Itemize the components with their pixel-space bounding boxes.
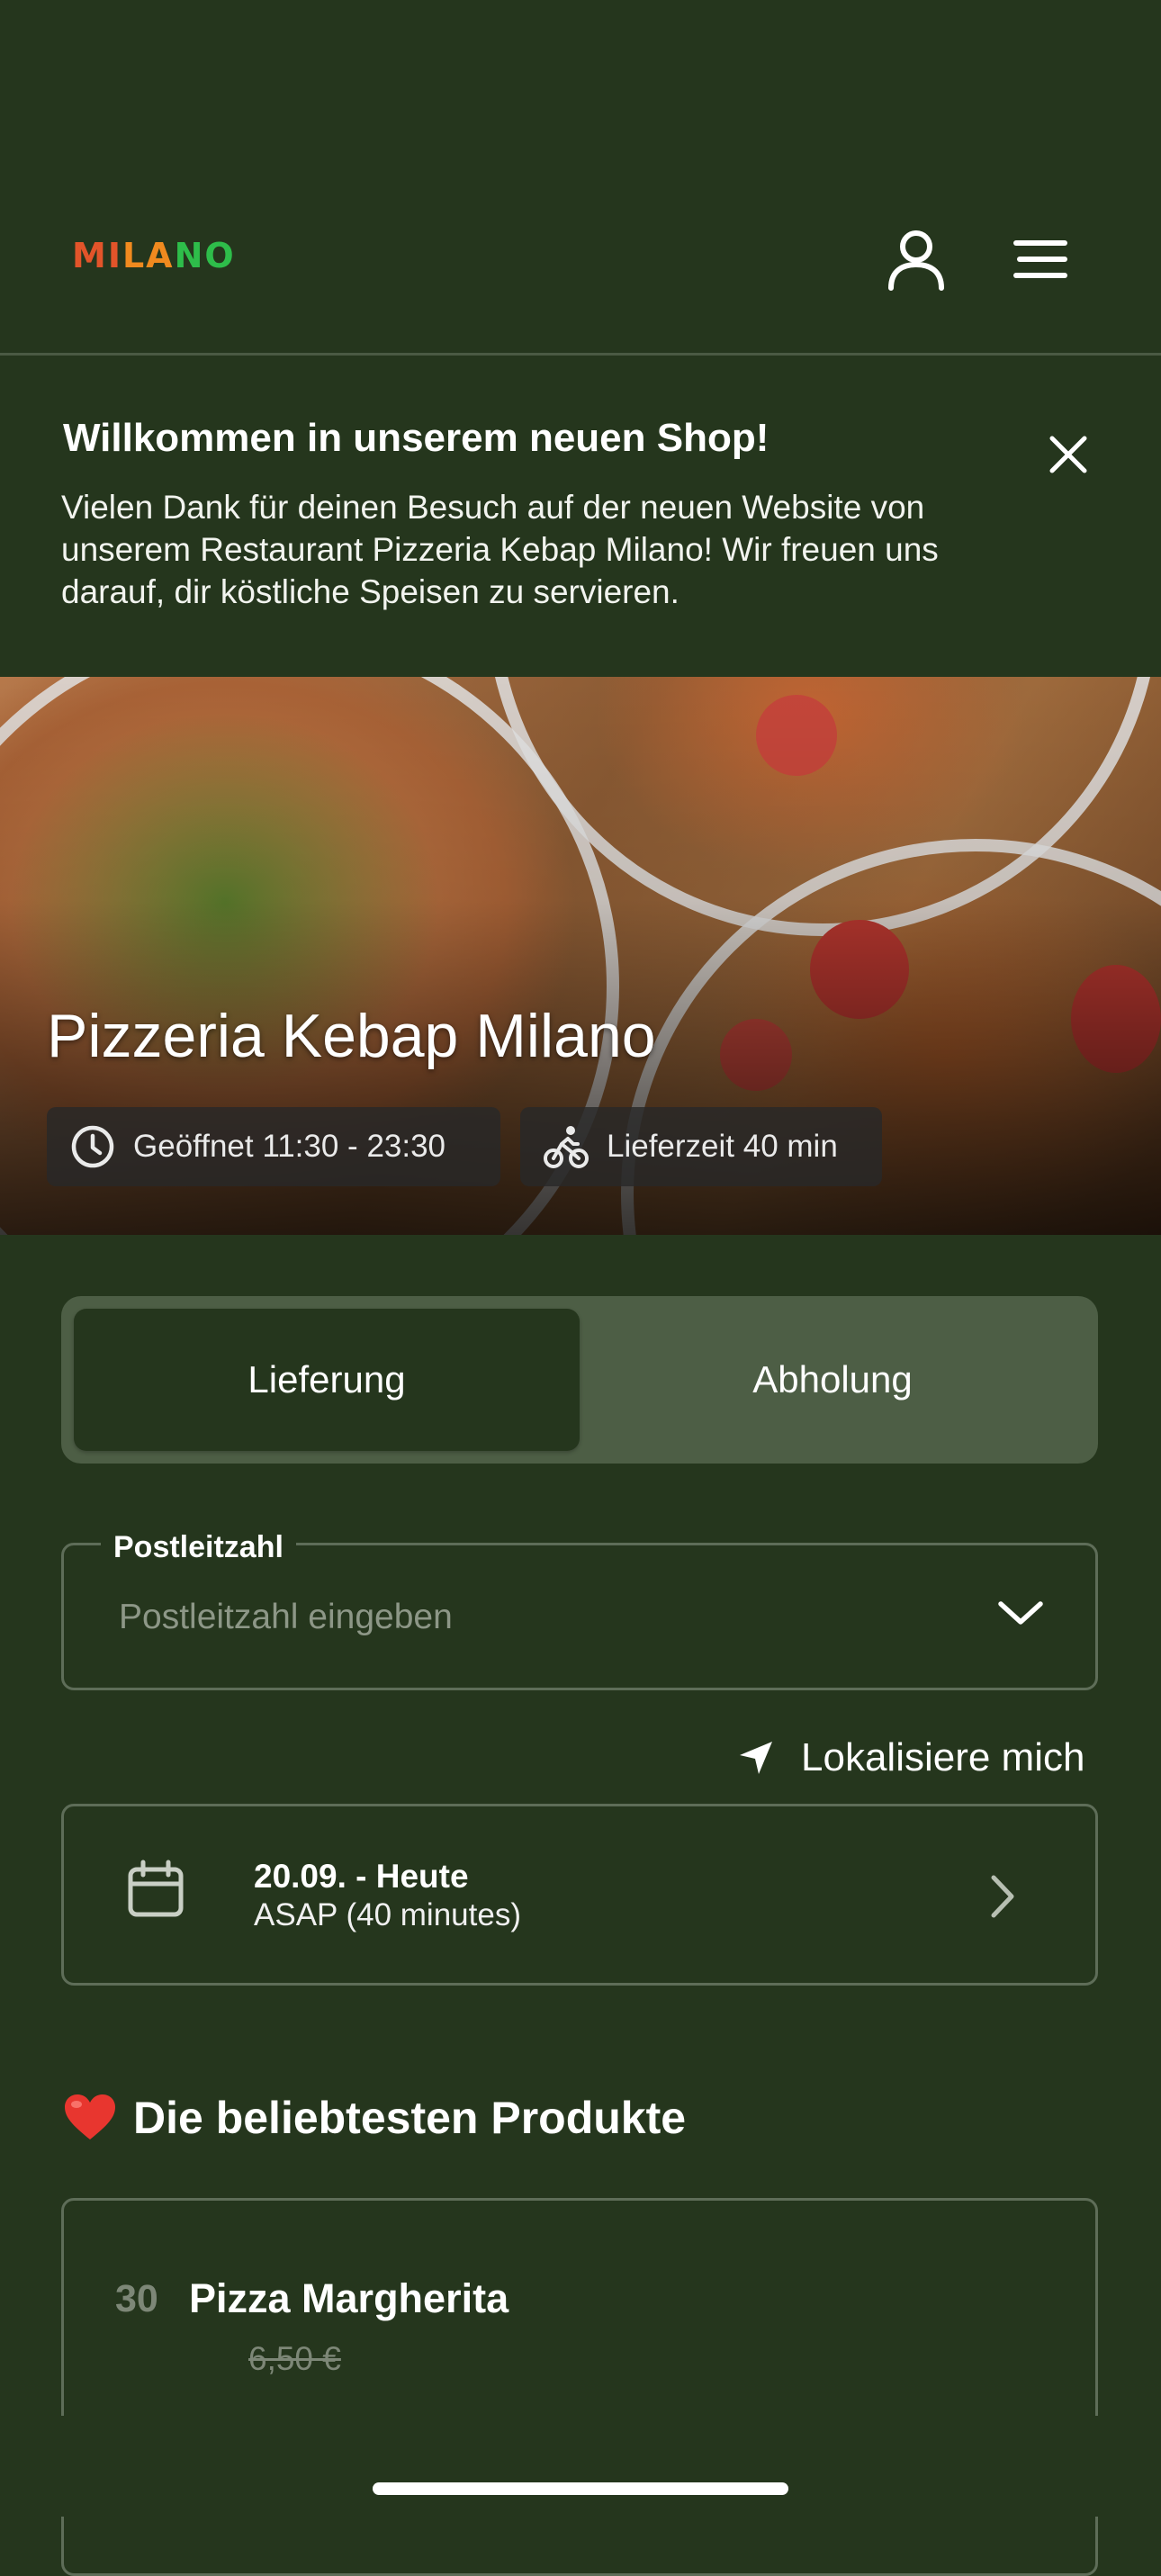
locate-me-label: Lokalisiere mich [801, 1735, 1085, 1779]
opening-hours-chip: Geöffnet 11:30 - 23:30 [47, 1107, 500, 1186]
product-name: Pizza Margherita [189, 2275, 509, 2321]
user-icon [888, 230, 944, 291]
popular-products-heading: Die beliebtesten Produkte [63, 2092, 686, 2144]
home-indicator[interactable] [373, 2482, 788, 2495]
delivery-time-estimate: ASAP (40 minutes) [254, 1897, 521, 1932]
order-mode-toggle: Lieferung Abholung [61, 1296, 1098, 1464]
clock-icon [71, 1125, 114, 1168]
welcome-title: Willkommen in unserem neuen Shop! [63, 416, 770, 460]
product-number: 30 [115, 2277, 158, 2320]
restaurant-name: Pizzeria Kebap Milano [47, 1002, 656, 1070]
logo-part-3: NO [174, 236, 236, 275]
delivery-time-text: Lieferzeit 40 min [607, 1129, 838, 1164]
menu-button[interactable] [1003, 230, 1078, 288]
hero-banner: Pizzeria Kebap Milano Geöffnet 11:30 - 2… [0, 677, 1161, 1235]
product-price: 6,50 € [248, 2340, 341, 2377]
heart-icon [65, 2094, 115, 2139]
locate-me-button[interactable]: Lokalisiere mich [738, 1735, 1084, 1780]
chevron-down-icon[interactable] [997, 1599, 1044, 1627]
postcode-label: Postleitzahl [101, 1530, 296, 1565]
location-arrow-icon [740, 1742, 772, 1774]
delivery-time-chip: Lieferzeit 40 min [520, 1107, 882, 1186]
delivery-time-selector[interactable] [61, 1804, 1098, 1986]
header-divider [0, 353, 1161, 356]
menu-icon [1013, 240, 1067, 278]
postcode-input[interactable] [119, 1598, 929, 1637]
chevron-right-icon [991, 1875, 1014, 1918]
brand-logo[interactable]: MILANO [72, 236, 236, 275]
logo-part-2: LA [122, 236, 175, 275]
tab-delivery[interactable]: Lieferung [74, 1309, 580, 1451]
bottom-safe-area [0, 2416, 1161, 2517]
bike-courier-icon [544, 1126, 589, 1168]
tab-pickup[interactable]: Abholung [580, 1309, 1085, 1451]
logo-part-1: MI [72, 236, 122, 275]
close-welcome-button[interactable] [1044, 430, 1093, 479]
product-card[interactable] [61, 2198, 1098, 2576]
close-icon [1049, 436, 1087, 473]
opening-hours-text: Geöffnet 11:30 - 23:30 [133, 1129, 446, 1164]
popular-products-title: Die beliebtesten Produkte [133, 2093, 687, 2143]
welcome-message: Vielen Dank für deinen Besuch auf der ne… [61, 489, 939, 610]
calendar-icon [128, 1860, 184, 1917]
delivery-date: 20.09. - Heute [254, 1858, 469, 1895]
account-button[interactable] [878, 221, 954, 297]
